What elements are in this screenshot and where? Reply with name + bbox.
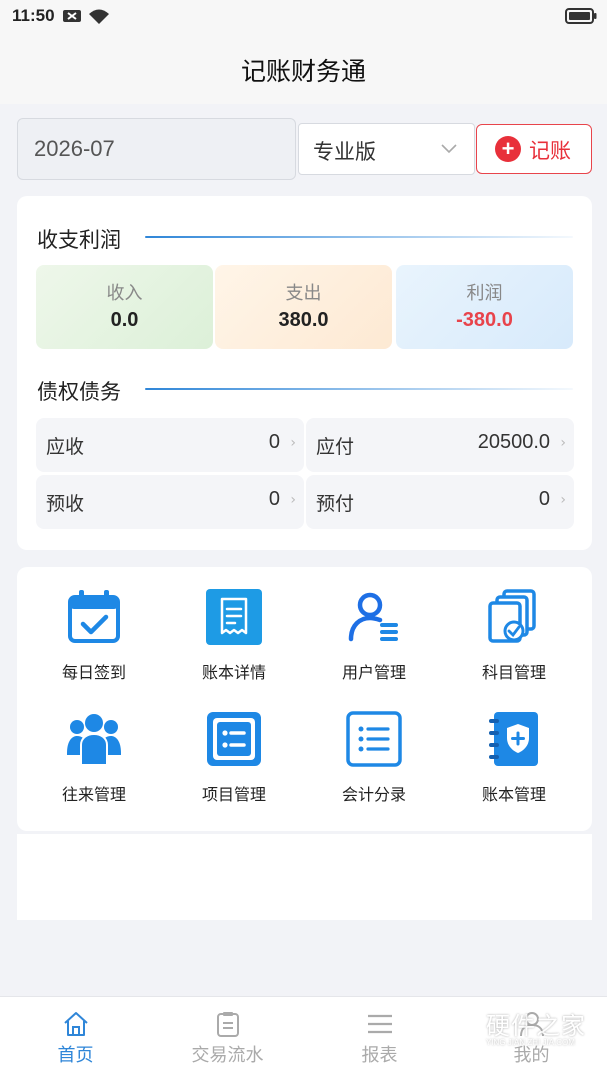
debt-item-prepaid[interactable]: 预付 0 ›	[306, 475, 574, 529]
watermark-subtext: YING JIAN ZHI JIA.COM	[486, 1038, 575, 1047]
menu-label: 账本管理	[481, 785, 546, 804]
menu-user-management[interactable]: 用户管理	[304, 567, 444, 682]
user-manage-icon	[348, 592, 398, 642]
debt-value: 20500.0	[477, 431, 550, 453]
debt-value: 0	[268, 431, 280, 453]
section-divider	[145, 236, 573, 238]
edition-select-value: 专业版	[313, 140, 376, 164]
debt-item-payable[interactable]: 应付 20500.0 ›	[306, 418, 574, 472]
tab-reports[interactable]: 报表	[304, 997, 455, 1080]
summary-card: 收支利润 收入 0.0 支出 380.0 利润 -380.0 债权债务 应收 0…	[17, 196, 592, 550]
chevron-right-icon: ›	[290, 492, 296, 508]
empty-panel	[17, 834, 592, 920]
menu-subject-management[interactable]: 科目管理	[444, 567, 584, 682]
record-button[interactable]: + 记账	[476, 124, 592, 174]
debt-label: 应付	[316, 436, 355, 458]
expense-label: 支出	[285, 283, 322, 304]
page-title: 记账财务通	[240, 57, 366, 86]
tab-home[interactable]: 首页	[0, 997, 151, 1080]
profit-value: -380.0	[456, 309, 513, 331]
menu-ledger-detail[interactable]: 账本详情	[164, 567, 304, 682]
menu-label: 用户管理	[341, 663, 406, 682]
menu-lines-icon	[368, 1014, 392, 1034]
menu-label: 项目管理	[201, 785, 266, 804]
close-box-icon	[63, 10, 81, 22]
chevron-down-icon	[441, 144, 457, 154]
menu-project-management[interactable]: 项目管理	[164, 689, 304, 804]
calendar-check-icon	[68, 590, 120, 643]
watermark-text: 硬件之家	[486, 1012, 586, 1040]
income-profit-title: 收支利润	[37, 228, 121, 252]
income-value: 0.0	[110, 309, 139, 331]
chevron-right-icon: ›	[290, 435, 296, 451]
project-list-icon	[207, 712, 261, 766]
debt-label: 预收	[46, 493, 85, 515]
wifi-icon	[89, 9, 109, 24]
debts-title: 债权债务	[37, 380, 121, 404]
menu-contacts-management[interactable]: 往来管理	[24, 689, 164, 804]
menu-label: 账本详情	[201, 663, 266, 682]
menu-label: 每日签到	[61, 663, 126, 682]
profit-metric: 利润 -380.0	[396, 265, 573, 349]
record-button-label: 记账	[529, 139, 571, 163]
chevron-right-icon: ›	[560, 435, 566, 451]
status-time: 11:50	[12, 6, 55, 25]
profit-label: 利润	[466, 283, 503, 304]
debt-label: 预付	[316, 493, 355, 515]
chevron-right-icon: ›	[560, 492, 566, 508]
income-metric: 收入 0.0	[36, 265, 213, 349]
month-value: 2026-07	[34, 136, 115, 161]
watermark-logo-icon	[439, 1008, 479, 1052]
status-bar: 11:50	[0, 0, 607, 36]
people-group-icon	[67, 714, 121, 766]
debt-item-receivable[interactable]: 应收 0 ›	[36, 418, 304, 472]
debt-value: 0	[268, 488, 280, 510]
tab-label: 首页	[57, 1045, 94, 1066]
month-picker[interactable]: 2026-07	[17, 118, 296, 180]
battery-icon	[565, 8, 597, 24]
debt-item-advance-received[interactable]: 预收 0 ›	[36, 475, 304, 529]
clipboard-icon	[217, 1012, 239, 1037]
subject-docs-icon	[488, 589, 536, 643]
menu-grid: 每日签到 账本详情 用户管理 科目管理 往来管理 项目管理 会计分录 账本管理	[17, 567, 592, 831]
section-divider	[145, 388, 573, 390]
menu-ledger-management[interactable]: 账本管理	[444, 689, 584, 804]
journal-list-icon	[346, 711, 402, 767]
home-icon	[64, 1012, 88, 1036]
expense-value: 380.0	[278, 309, 329, 331]
tab-label: 交易流水	[191, 1045, 264, 1066]
tab-transactions[interactable]: 交易流水	[152, 997, 303, 1080]
menu-accounting-entries[interactable]: 会计分录	[304, 689, 444, 804]
add-circle-icon: +	[495, 136, 521, 162]
menu-label: 往来管理	[61, 785, 126, 804]
menu-daily-checkin[interactable]: 每日签到	[24, 567, 164, 682]
income-label: 收入	[106, 283, 143, 304]
ledger-shield-icon	[489, 712, 538, 766]
menu-label: 科目管理	[481, 663, 546, 682]
debt-label: 应收	[46, 436, 85, 458]
edition-select[interactable]: 专业版	[298, 123, 475, 175]
tab-label: 报表	[361, 1045, 398, 1066]
app-header: 记账财务通	[0, 36, 607, 104]
watermark: 硬件之家 YING JIAN ZHI JIA.COM	[436, 1004, 604, 1056]
expense-metric: 支出 380.0	[215, 265, 392, 349]
receipt-icon	[206, 589, 262, 645]
menu-label: 会计分录	[341, 785, 406, 804]
debt-value: 0	[538, 488, 550, 510]
